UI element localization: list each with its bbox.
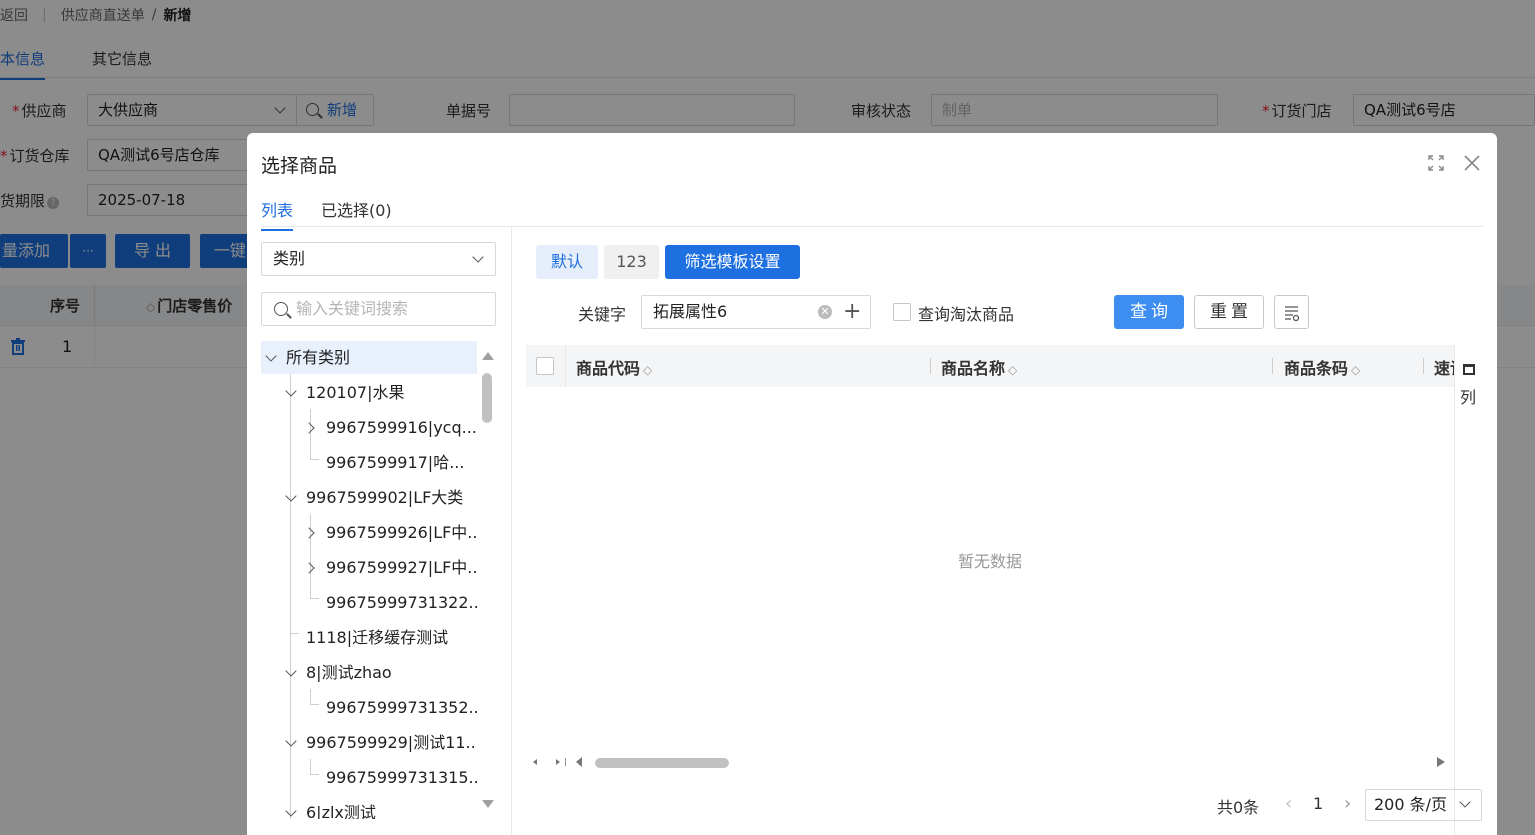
- column-divider: [930, 358, 931, 374]
- search-icon: [274, 302, 288, 316]
- column-divider: [1423, 358, 1424, 374]
- column-panel-label: 列: [1460, 388, 1477, 407]
- tree-node[interactable]: 9967599927|LF中...: [301, 551, 477, 584]
- reset-button[interactable]: 重置: [1194, 295, 1264, 329]
- chevron-down-icon[interactable]: [285, 385, 297, 397]
- column-divider: [565, 345, 566, 387]
- chevron-right-icon[interactable]: [303, 527, 315, 539]
- category-search-input[interactable]: 输入关键词搜索: [261, 292, 496, 326]
- col-shorthand[interactable]: 速记: [1434, 355, 1454, 379]
- plus-icon[interactable]: +: [843, 301, 861, 323]
- panel-divider: [511, 227, 512, 835]
- tree-node[interactable]: 9967599929|测试11...: [281, 726, 477, 759]
- col-product-code[interactable]: 商品代码 ◇: [576, 355, 652, 379]
- pager-current-page[interactable]: 1: [1313, 794, 1323, 813]
- tree-node[interactable]: 99675999731322...: [301, 586, 477, 619]
- tree-node[interactable]: 9967599902|LF大类: [281, 481, 477, 514]
- chevron-down-icon: [1459, 796, 1471, 808]
- modal-title: 选择商品: [261, 155, 338, 177]
- product-table-header: 商品代码◇ 商品名称◇ 商品条码◇ 速记: [526, 345, 1454, 387]
- chevron-right-icon[interactable]: [303, 562, 315, 574]
- list-settings-icon: [1285, 306, 1300, 322]
- tree-node[interactable]: 9967599917|哈...: [301, 446, 477, 479]
- col-product-name[interactable]: 商品名称 ◇: [941, 355, 1017, 379]
- column-panel-toggle[interactable]: [1454, 345, 1482, 835]
- column-settings-button[interactable]: [1274, 295, 1309, 329]
- tree-node[interactable]: 99675999731315...: [301, 761, 477, 794]
- tab-list[interactable]: 列表: [261, 197, 294, 231]
- tree-node[interactable]: 9967599916|ycq...: [301, 411, 477, 444]
- tree-scroll-thumb[interactable]: [482, 373, 492, 423]
- filter-template-settings-button[interactable]: 筛选模板设置: [665, 245, 800, 279]
- clear-icon[interactable]: ✕: [818, 305, 832, 319]
- include-obsolete-checkbox[interactable]: [893, 303, 911, 321]
- horizontal-scroll-thumb[interactable]: [595, 758, 729, 768]
- query-button[interactable]: 查询: [1114, 295, 1184, 329]
- tree-node[interactable]: 1118|迁移缓存测试: [281, 621, 477, 654]
- scroll-down-arrow-icon[interactable]: [482, 800, 494, 808]
- select-all-checkbox[interactable]: [536, 357, 554, 375]
- tab-selected[interactable]: 已选择(0): [321, 197, 392, 221]
- chevron-down-icon[interactable]: [285, 665, 297, 677]
- scroll-arrows-icon: [533, 757, 582, 767]
- empty-state: 暂无数据: [957, 552, 1022, 571]
- chevron-down-icon: [472, 251, 484, 263]
- col-product-barcode[interactable]: 商品条码 ◇: [1284, 355, 1360, 379]
- chevron-down-icon[interactable]: [285, 735, 297, 747]
- page-size-select[interactable]: 200 条/页: [1365, 789, 1482, 821]
- prev-page-icon[interactable]: ‹: [1285, 793, 1292, 814]
- filter-template-default[interactable]: 默认: [536, 245, 598, 279]
- tree-node[interactable]: 99675999731352...: [301, 691, 477, 724]
- next-page-icon[interactable]: ›: [1344, 793, 1351, 814]
- include-obsolete-label: 查询淘汰商品: [918, 305, 1015, 324]
- modal-tabs: 列表 已选择(0): [261, 195, 1483, 231]
- chevron-down-icon[interactable]: [285, 805, 297, 817]
- tree-node[interactable]: 9967599926|LF中...: [301, 516, 477, 549]
- category-tree: 所有类别 120107|水果 9967599916|ycq... 9967599…: [261, 341, 479, 819]
- category-select[interactable]: 类别: [261, 242, 496, 276]
- keyword-input[interactable]: 拓展属性6: [641, 295, 871, 329]
- tree-node[interactable]: 120107|水果: [281, 376, 477, 409]
- filter-template-123[interactable]: 123: [604, 245, 659, 279]
- scroll-right-arrow-icon[interactable]: [1435, 755, 1447, 769]
- select-product-modal: 选择商品 列表 已选择(0) 类别 输入关键词搜索 所有类别 120107|水果…: [247, 133, 1497, 835]
- scroll-up-arrow-icon[interactable]: [482, 352, 494, 360]
- column-divider: [1272, 358, 1273, 374]
- chevron-right-icon[interactable]: [303, 422, 315, 434]
- keyword-label: 关键字: [578, 305, 627, 324]
- tree-node[interactable]: 6|zlx测试: [281, 796, 477, 819]
- columns-icon: [1463, 364, 1475, 375]
- tree-node[interactable]: 8|测试zhao: [281, 656, 477, 689]
- tree-node[interactable]: 所有类别: [261, 341, 477, 374]
- close-icon[interactable]: [1463, 154, 1481, 172]
- fullscreen-icon[interactable]: [1428, 155, 1444, 171]
- chevron-down-icon[interactable]: [285, 490, 297, 502]
- chevron-down-icon[interactable]: [265, 350, 277, 362]
- pager-total: 共0条: [1217, 798, 1260, 817]
